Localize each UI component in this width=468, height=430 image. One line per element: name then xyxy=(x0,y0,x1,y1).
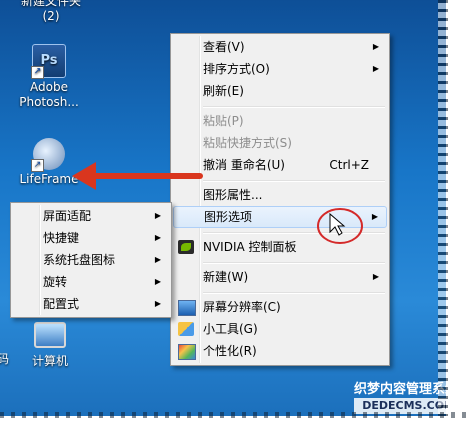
submenu-item-hotkeys[interactable]: 快捷键 ▶ xyxy=(13,228,169,248)
menu-separator xyxy=(203,292,385,294)
nvidia-icon xyxy=(178,240,194,254)
menu-separator xyxy=(203,262,385,264)
submenu-item-rotation[interactable]: 旋转 ▶ xyxy=(13,272,169,292)
gadgets-icon xyxy=(178,322,194,336)
menu-item-screen-resolution[interactable]: 屏幕分辨率(C) xyxy=(173,297,387,317)
photoshop-icon: Ps ↗ xyxy=(31,44,66,79)
menu-item-gadgets[interactable]: 小工具(G) xyxy=(173,319,387,339)
desktop-icon-new-folder[interactable]: 新建文件夹 (2) xyxy=(20,0,82,24)
desktop[interactable]: 新建文件夹 (2) Ps ↗ Adobe Photosh... ↗ LifeFr… xyxy=(0,0,468,430)
submenu-arrow-icon: ▶ xyxy=(154,211,161,220)
submenu-arrow-icon: ▶ xyxy=(372,64,379,73)
menu-item-sort-by[interactable]: 排序方式(O) ▶ xyxy=(173,59,387,79)
submenu-arrow-icon: ▶ xyxy=(372,42,379,51)
submenu-arrow-icon: ▶ xyxy=(154,277,161,286)
lifeframe-icon: ↗ xyxy=(31,138,65,172)
menu-item-nvidia-control-panel[interactable]: NVIDIA 控制面板 xyxy=(173,237,387,257)
menu-item-refresh[interactable]: 刷新(E) xyxy=(173,81,387,101)
submenu-arrow-icon: ▶ xyxy=(154,299,161,308)
submenu-arrow-icon: ▶ xyxy=(372,272,379,281)
torn-edge-bottom xyxy=(0,412,468,430)
computer-icon xyxy=(34,322,66,348)
desktop-icon-lifeframe[interactable]: ↗ LifeFrame xyxy=(14,138,84,187)
computer-label: 计算机 xyxy=(31,354,68,368)
submenu-item-profiles[interactable]: 配置式 ▶ xyxy=(13,294,169,314)
menu-item-personalize[interactable]: 个性化(R) xyxy=(173,341,387,361)
submenu-arrow-icon: ▶ xyxy=(371,212,378,221)
menu-separator xyxy=(203,232,385,234)
menu-item-graphics-options[interactable]: 图形选项 ▶ xyxy=(173,206,387,228)
desktop-icon-computer[interactable]: 计算机 xyxy=(24,322,76,369)
menu-separator xyxy=(203,180,385,182)
desktop-context-menu: 查看(V) ▶ 排序方式(O) ▶ 刷新(E) 粘贴(P) 粘贴快捷方式(S) 撤消… xyxy=(170,33,390,366)
partial-label: 码 xyxy=(0,352,9,366)
lifeframe-label: LifeFrame xyxy=(19,172,79,186)
personalize-icon xyxy=(178,344,196,360)
menu-item-new[interactable]: 新建(W) ▶ xyxy=(173,267,387,287)
monitor-icon xyxy=(178,300,196,316)
menu-separator xyxy=(203,106,385,108)
desktop-icon-partial[interactable]: 码 xyxy=(0,352,10,367)
menu-accelerator: Ctrl+Z xyxy=(329,158,369,172)
menu-item-paste-shortcut[interactable]: 粘贴快捷方式(S) xyxy=(173,133,387,153)
menu-item-view[interactable]: 查看(V) ▶ xyxy=(173,37,387,57)
menu-item-undo-rename[interactable]: 撤消 重命名(U) Ctrl+Z xyxy=(173,155,387,175)
graphics-options-submenu: 屏面适配 ▶ 快捷键 ▶ 系统托盘图标 ▶ 旋转 ▶ 配置式 ▶ xyxy=(10,202,172,318)
torn-edge-right xyxy=(438,0,468,430)
desktop-icon-photoshop[interactable]: Ps ↗ Adobe Photosh... xyxy=(14,44,84,110)
photoshop-label: Adobe Photosh... xyxy=(19,80,79,109)
submenu-item-panel-fit[interactable]: 屏面适配 ▶ xyxy=(13,206,169,226)
submenu-item-tray-icon[interactable]: 系统托盘图标 ▶ xyxy=(13,250,169,270)
shortcut-arrow-icon: ↗ xyxy=(31,159,44,172)
submenu-arrow-icon: ▶ xyxy=(154,233,161,242)
shortcut-arrow-icon: ↗ xyxy=(31,66,44,79)
submenu-arrow-icon: ▶ xyxy=(154,255,161,264)
menu-item-paste[interactable]: 粘贴(P) xyxy=(173,111,387,131)
menu-item-graphics-properties[interactable]: 图形属性... xyxy=(173,185,387,205)
new-folder-label: 新建文件夹 (2) xyxy=(20,0,81,23)
